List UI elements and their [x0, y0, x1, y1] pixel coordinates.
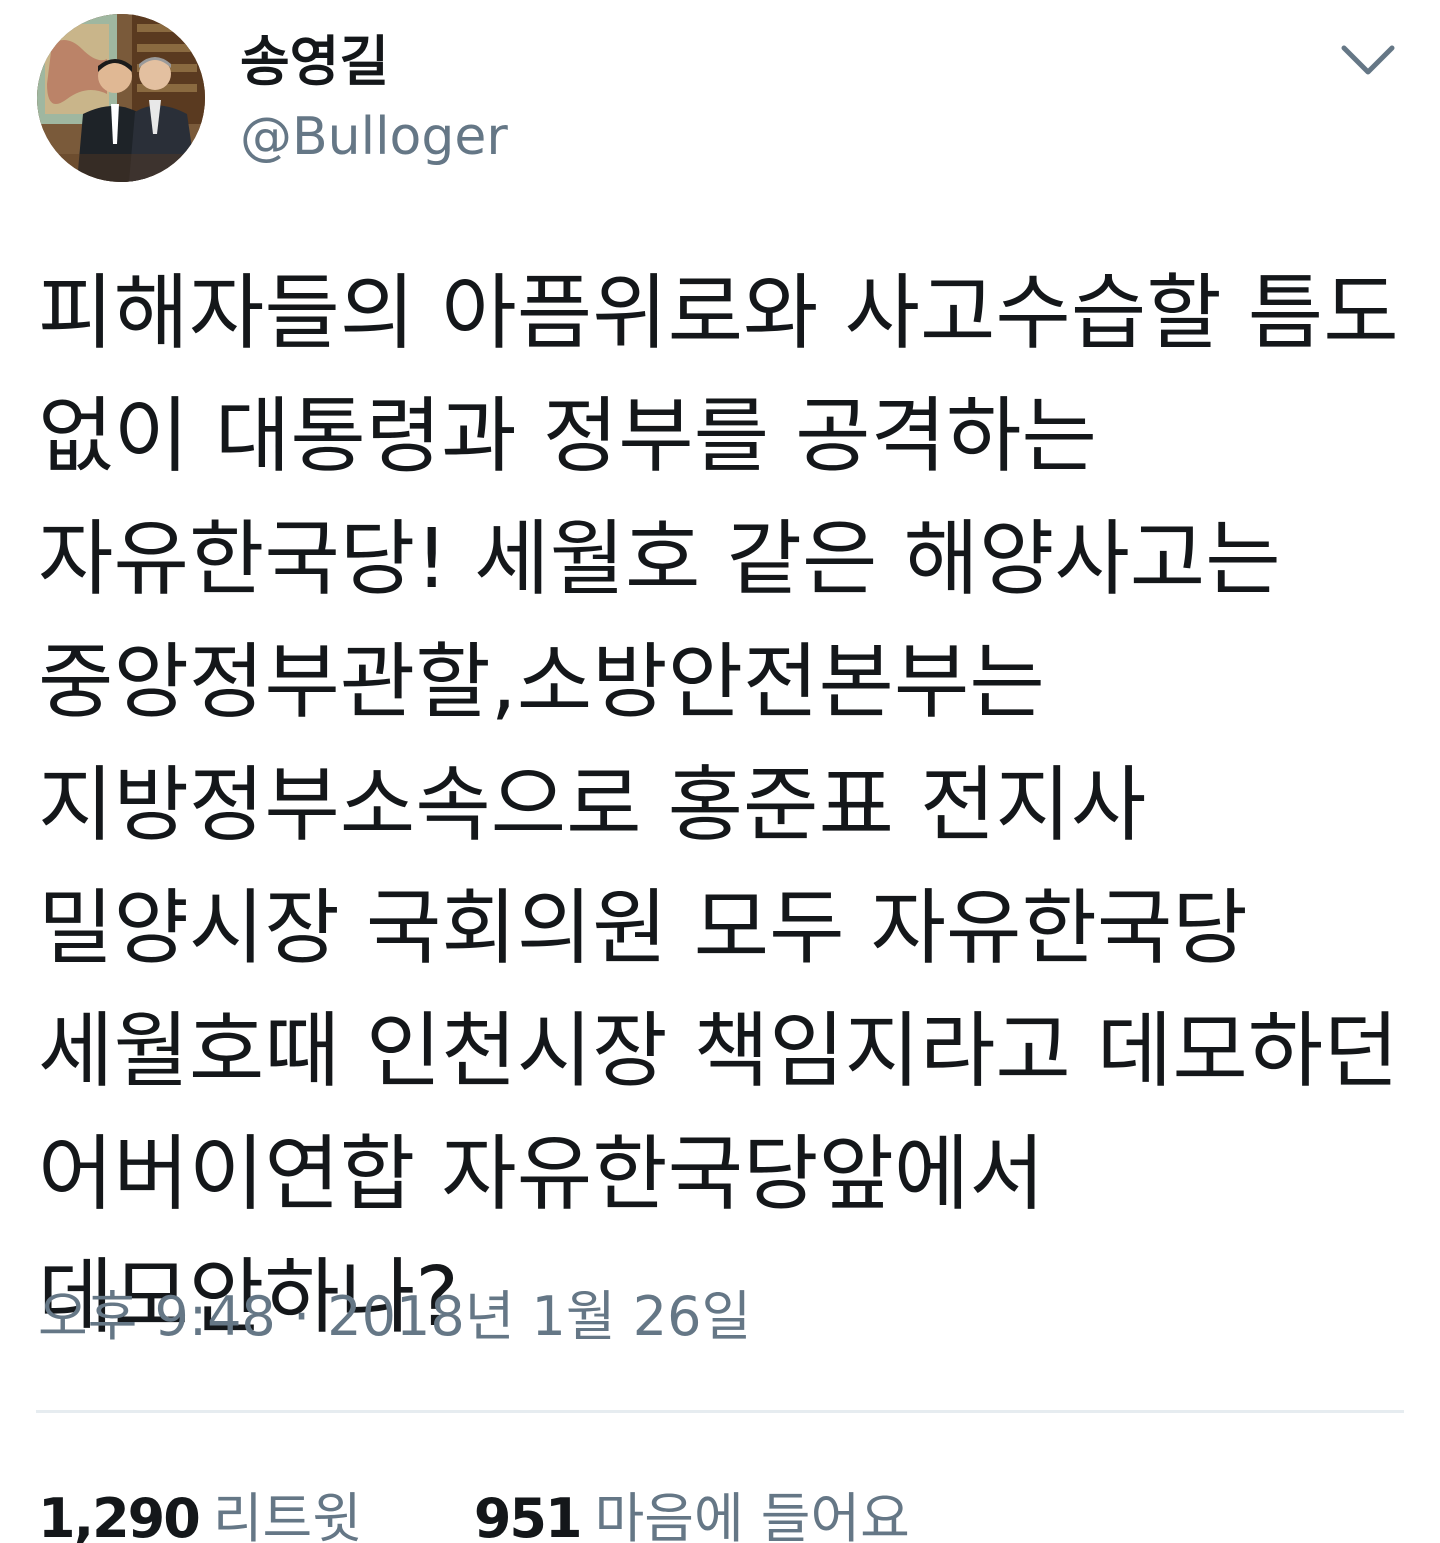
likes-count: 951: [473, 1487, 583, 1543]
tweet-stats: 1,290 리트윗 951 마음에 들어요: [38, 1474, 1022, 1543]
tweet-text: 피해자들의 아픔위로와 사고수습할 틈도 없이 대통령과 정부를 공격하는 자유…: [38, 266, 1425, 1345]
avatar[interactable]: [37, 14, 205, 182]
retweets-count: 1,290: [38, 1487, 201, 1543]
likes-stat[interactable]: 951 마음에 들어요: [474, 1474, 910, 1543]
chevron-down-icon[interactable]: [1336, 36, 1400, 84]
retweets-label: 리트윗: [212, 1487, 362, 1543]
divider: [36, 1410, 1404, 1413]
tweet-card: 송영길 @Bulloger 피해자들의 아픔위로와 사고수습할 틈도 없이 대통…: [0, 0, 1440, 1543]
user-display-name[interactable]: 송영길: [240, 30, 389, 94]
avatar-photo: [37, 14, 205, 182]
tweet-timestamp[interactable]: 오후 9:48 · 2018년 1월 26일: [38, 1284, 751, 1350]
user-handle[interactable]: @Bulloger: [240, 106, 508, 168]
likes-label: 마음에 들어요: [594, 1487, 910, 1543]
retweets-stat[interactable]: 1,290 리트윗: [38, 1474, 362, 1543]
